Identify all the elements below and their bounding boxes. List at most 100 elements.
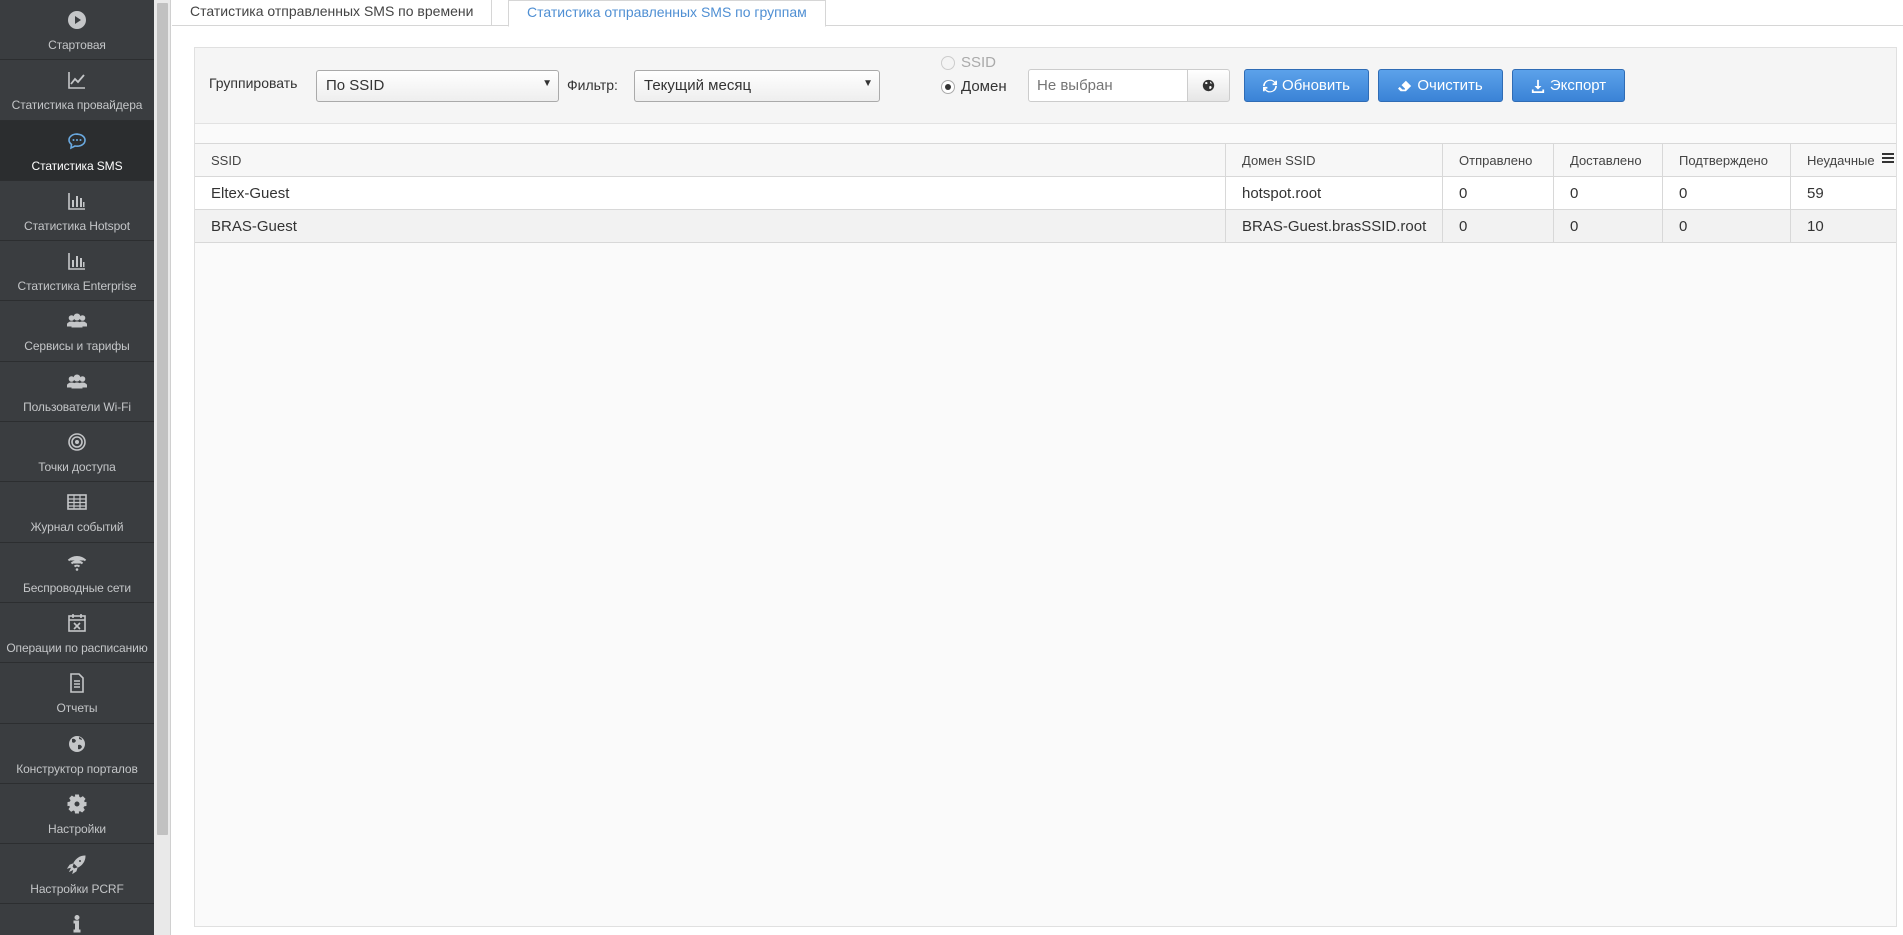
- cell-domain: BRAS-Guest.brasSSID.root: [1226, 210, 1443, 242]
- users-icon: [65, 370, 89, 394]
- column-header-sent[interactable]: Отправлено: [1443, 144, 1554, 176]
- sidebar-item-настройки-pcrf[interactable]: Настройки PCRF: [0, 844, 154, 905]
- tab-bar: Статистика отправленных SMS по времени С…: [172, 0, 1903, 27]
- sidebar-item-label: Журнал событий: [30, 520, 124, 535]
- sidebar-item-статистика-enterprise[interactable]: Статистика Enterprise: [0, 241, 154, 302]
- sidebar-item-label: Настройки: [48, 821, 106, 836]
- cell-delivered: 0: [1554, 210, 1663, 242]
- period-filter-value: Текущий месяц: [644, 77, 752, 94]
- sidebar-item-label: Стартовая: [48, 38, 106, 52]
- cell-confirmed: 0: [1663, 210, 1791, 242]
- sidebar-item-журнал-событий[interactable]: Журнал событий: [0, 482, 154, 543]
- tab-sms-by-time[interactable]: Статистика отправленных SMS по времени: [172, 0, 493, 26]
- sidebar-item-точки-доступа[interactable]: Точки доступа: [0, 422, 154, 483]
- wifi-icon: [65, 551, 89, 575]
- globe-icon: [65, 732, 89, 756]
- info-icon: [65, 912, 89, 935]
- table-header-row: SSID Домен SSID Отправлено Доставлено По…: [195, 144, 1896, 177]
- sidebar-item-статистика-hotspot[interactable]: Статистика Hotspot: [0, 181, 154, 242]
- sidebar-item-статистика-провайдера[interactable]: Статистика провайдера: [0, 60, 154, 121]
- sidebar-item-label: Операции по расписанию: [6, 640, 148, 655]
- line-chart-icon: [65, 68, 89, 92]
- calendar-icon: [65, 611, 89, 635]
- domain-input[interactable]: [1028, 69, 1188, 102]
- stats-table: SSID Домен SSID Отправлено Доставлено По…: [195, 143, 1896, 926]
- sidebar-item-статистика-sms[interactable]: Статистика SMS: [0, 120, 154, 181]
- eraser-icon: [1398, 80, 1412, 91]
- bar-chart-icon: [65, 249, 89, 273]
- radio-ssid[interactable]: [941, 55, 955, 70]
- domain-picker-button[interactable]: [1187, 69, 1230, 102]
- clear-button-label: Очистить: [1417, 77, 1483, 94]
- cell-domain: hotspot.root: [1226, 177, 1443, 209]
- cell-ssid: BRAS-Guest: [195, 210, 1226, 242]
- target-icon: [65, 430, 89, 454]
- sidebar-item-label: Сервисы и тарифы: [24, 339, 130, 354]
- filter-label: Фильтр:: [567, 77, 618, 93]
- dropdown-arrow-icon: ▼: [542, 78, 552, 89]
- sidebar-item-info[interactable]: [0, 904, 154, 935]
- cell-confirmed: 0: [1663, 177, 1791, 209]
- period-filter-select[interactable]: Текущий месяц ▼: [634, 70, 880, 102]
- sidebar-item-label: Отчеты: [56, 701, 98, 716]
- radio-domain[interactable]: [941, 79, 955, 94]
- group-by-value: По SSID: [326, 77, 385, 94]
- sidebar-item-отчеты[interactable]: Отчеты: [0, 663, 154, 724]
- export-button[interactable]: Экспорт: [1512, 69, 1625, 102]
- download-icon: [1531, 79, 1544, 93]
- sidebar-item-label: Статистика провайдера: [11, 98, 143, 113]
- users-icon: [65, 309, 89, 333]
- sidebar-item-стартовая[interactable]: Стартовая: [0, 0, 154, 61]
- radio-ssid-row[interactable]: SSID: [941, 54, 996, 71]
- group-by-select[interactable]: По SSID ▼: [316, 70, 559, 102]
- play-circle-icon: [65, 8, 89, 32]
- cell-sent: 0: [1443, 210, 1554, 242]
- radio-domain-label: Домен: [961, 78, 1007, 95]
- sidebar-item-label: Точки доступа: [38, 460, 116, 475]
- sidebar-item-сервисы-и-тарифы[interactable]: Сервисы и тарифы: [0, 301, 154, 362]
- refresh-icon: [1263, 79, 1278, 92]
- group-by-label: Группировать: [209, 75, 298, 91]
- globe-icon: [1202, 79, 1215, 92]
- sidebar: Стартовая Статистика провайдера Статистика…: [0, 0, 154, 935]
- sidebar-scrollbar[interactable]: [154, 0, 171, 935]
- content-panel: Группировать По SSID ▼ Фильтр: Текущий м…: [194, 47, 1897, 927]
- column-header-delivered[interactable]: Доставлено: [1554, 144, 1663, 176]
- sidebar-item-label: Статистика Enterprise: [17, 279, 137, 294]
- radio-ssid-label: SSID: [961, 54, 997, 71]
- refresh-button-label: Обновить: [1282, 77, 1350, 94]
- column-menu-icon[interactable]: [1882, 153, 1894, 165]
- cell-failed: 59: [1807, 184, 1824, 202]
- dropdown-arrow-icon: ▼: [863, 78, 873, 89]
- sidebar-item-операции-по-расписанию[interactable]: Операции по расписанию: [0, 603, 154, 664]
- column-header-failed[interactable]: Неудачные: [1791, 144, 1896, 176]
- refresh-button[interactable]: Обновить: [1244, 69, 1369, 102]
- clear-button[interactable]: Очистить: [1378, 69, 1503, 102]
- table-row[interactable]: Eltex-Guest hotspot.root 0 0 0 59: [195, 177, 1896, 210]
- column-header-domain[interactable]: Домен SSID: [1226, 144, 1443, 176]
- column-header-ssid[interactable]: SSID: [195, 144, 1226, 176]
- sidebar-item-конструктор-порталов[interactable]: Конструктор порталов: [0, 724, 154, 784]
- main-panel: Статистика отправленных SMS по времени С…: [172, 0, 1903, 935]
- cell-delivered: 0: [1554, 177, 1663, 209]
- document-icon: [65, 671, 89, 695]
- cell-ssid: Eltex-Guest: [195, 177, 1226, 209]
- column-header-confirmed[interactable]: Подтверждено: [1663, 144, 1791, 176]
- table-row[interactable]: BRAS-Guest BRAS-Guest.brasSSID.root 0 0 …: [195, 210, 1896, 243]
- tab-sms-by-groups[interactable]: Статистика отправленных SMS по группам: [508, 0, 826, 27]
- scrollbar-thumb[interactable]: [157, 3, 168, 835]
- sidebar-item-беспроводные-сети[interactable]: Беспроводные сети: [0, 543, 154, 603]
- filter-toolbar: Группировать По SSID ▼ Фильтр: Текущий м…: [195, 48, 1896, 124]
- export-button-label: Экспорт: [1549, 77, 1607, 94]
- bar-chart-icon: [65, 189, 89, 213]
- sidebar-item-настройки[interactable]: Настройки: [0, 784, 154, 845]
- radio-domain-row[interactable]: Домен: [941, 78, 1007, 95]
- sidebar-item-label: Беспроводные сети: [22, 580, 132, 595]
- table-icon: [65, 490, 89, 514]
- sidebar-item-label: Конструктор порталов: [16, 761, 138, 776]
- sidebar-item-пользователи-wi-fi[interactable]: Пользователи Wi-Fi: [0, 362, 154, 423]
- sidebar-item-label: Статистика Hotspot: [24, 218, 130, 233]
- chat-bubble-icon: [65, 129, 89, 153]
- sidebar-item-label: Статистика SMS: [31, 158, 123, 173]
- gear-icon: [65, 792, 89, 816]
